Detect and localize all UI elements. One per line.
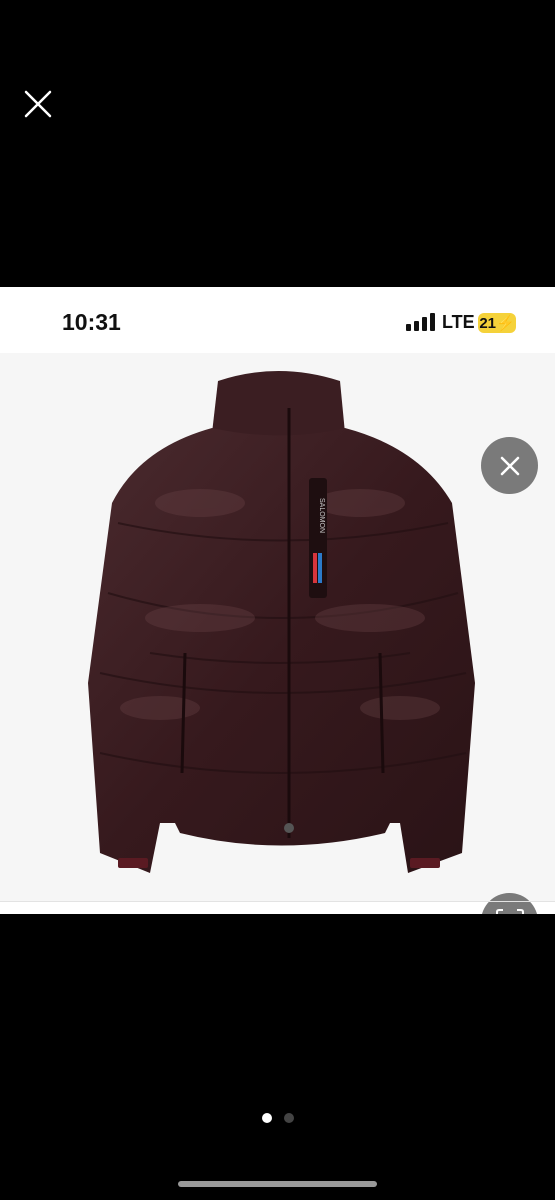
brand-logo: SALOMON — [318, 498, 325, 533]
close-icon — [24, 90, 52, 118]
network-type: LTE — [442, 312, 475, 332]
divider — [0, 901, 555, 902]
status-bar: 10:31 LTE 21 ⚡ — [0, 287, 555, 353]
visual-search-icon — [495, 908, 524, 914]
cellular-signal-icon — [406, 313, 435, 331]
pagination-dots — [0, 1113, 555, 1125]
close-button[interactable] — [481, 437, 538, 494]
page-dot-2[interactable] — [283, 1113, 294, 1123]
page-dot-1[interactable] — [261, 1113, 272, 1123]
bolt-icon: ⚡ — [496, 315, 515, 332]
screenshot-image: 10:31 LTE 21 ⚡ SALOMON — [0, 287, 555, 914]
close-viewer-button[interactable] — [22, 88, 54, 120]
battery-charging-icon: 21 ⚡ — [478, 313, 516, 333]
close-icon — [500, 456, 519, 475]
jacket-photo: SALOMON — [88, 371, 475, 873]
product-photo: SALOMON — [0, 353, 555, 914]
image-viewer: { "viewer": { "close_icon": "close-icon"… — [0, 0, 555, 1200]
status-time: 10:31 — [62, 309, 121, 335]
home-indicator[interactable] — [178, 1181, 377, 1187]
battery-level: 21 — [479, 314, 496, 332]
